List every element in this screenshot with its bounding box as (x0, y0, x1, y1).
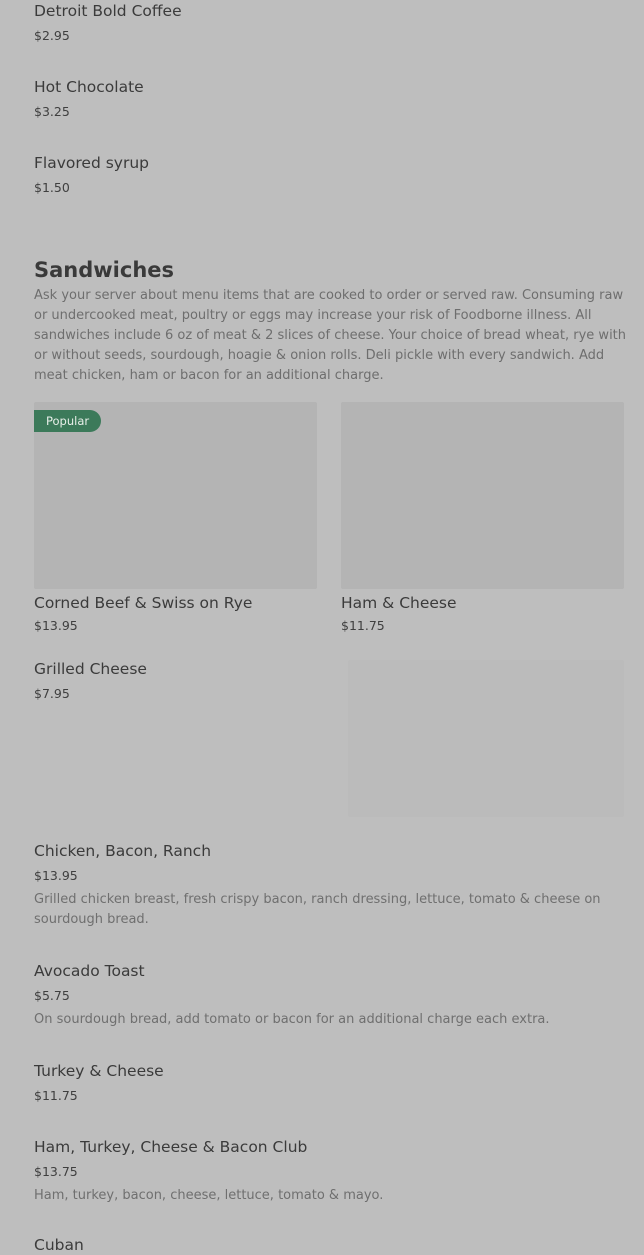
menu-item-price: $13.95 (34, 868, 78, 883)
menu-item-price: $13.95 (34, 618, 78, 633)
menu-item-price: $13.75 (34, 1164, 78, 1179)
menu-item-price: $7.95 (34, 686, 70, 701)
menu-item-price: $1.50 (34, 180, 70, 195)
popular-badge: Popular (34, 410, 102, 432)
menu-item-name[interactable]: Ham, Turkey, Cheese & Bacon Club (34, 1137, 307, 1157)
menu-item-price: $11.75 (34, 1088, 78, 1103)
menu-item-image[interactable] (341, 402, 624, 589)
section-description: Ask your server about menu items that ar… (34, 288, 627, 383)
menu-item-price: $11.75 (341, 618, 385, 633)
section-title: Sandwiches (34, 258, 175, 282)
menu-item-name[interactable]: Avocado Toast (34, 961, 145, 981)
menu-item-name[interactable]: Corned Beef & Swiss on Rye (34, 593, 252, 613)
menu-item-description: Grilled chicken breast, fresh crispy bac… (34, 892, 601, 927)
menu-item-description: On sourdough bread, add tomato or bacon … (34, 1012, 550, 1027)
menu-item-name[interactable]: Detroit Bold Coffee (34, 1, 182, 21)
menu-item-price: $3.25 (34, 104, 70, 119)
menu-item-thumbnail[interactable] (348, 660, 624, 817)
menu-item-name[interactable]: Hot Chocolate (34, 77, 144, 97)
menu-item-name[interactable]: Grilled Cheese (34, 659, 147, 679)
menu-item-name[interactable]: Cuban (34, 1235, 84, 1255)
menu-item-price: $2.95 (34, 28, 70, 43)
menu-item-name[interactable]: Chicken, Bacon, Ranch (34, 841, 211, 861)
menu-item-name[interactable]: Flavored syrup (34, 153, 149, 173)
menu-item-description: Ham, turkey, bacon, cheese, lettuce, tom… (34, 1188, 384, 1203)
menu-page: Detroit Bold Coffee $2.95 Hot Chocolate … (0, 0, 644, 1255)
menu-item-price: $5.75 (34, 988, 70, 1003)
menu-item-name[interactable]: Ham & Cheese (341, 593, 457, 613)
menu-item-name[interactable]: Turkey & Cheese (34, 1061, 164, 1081)
